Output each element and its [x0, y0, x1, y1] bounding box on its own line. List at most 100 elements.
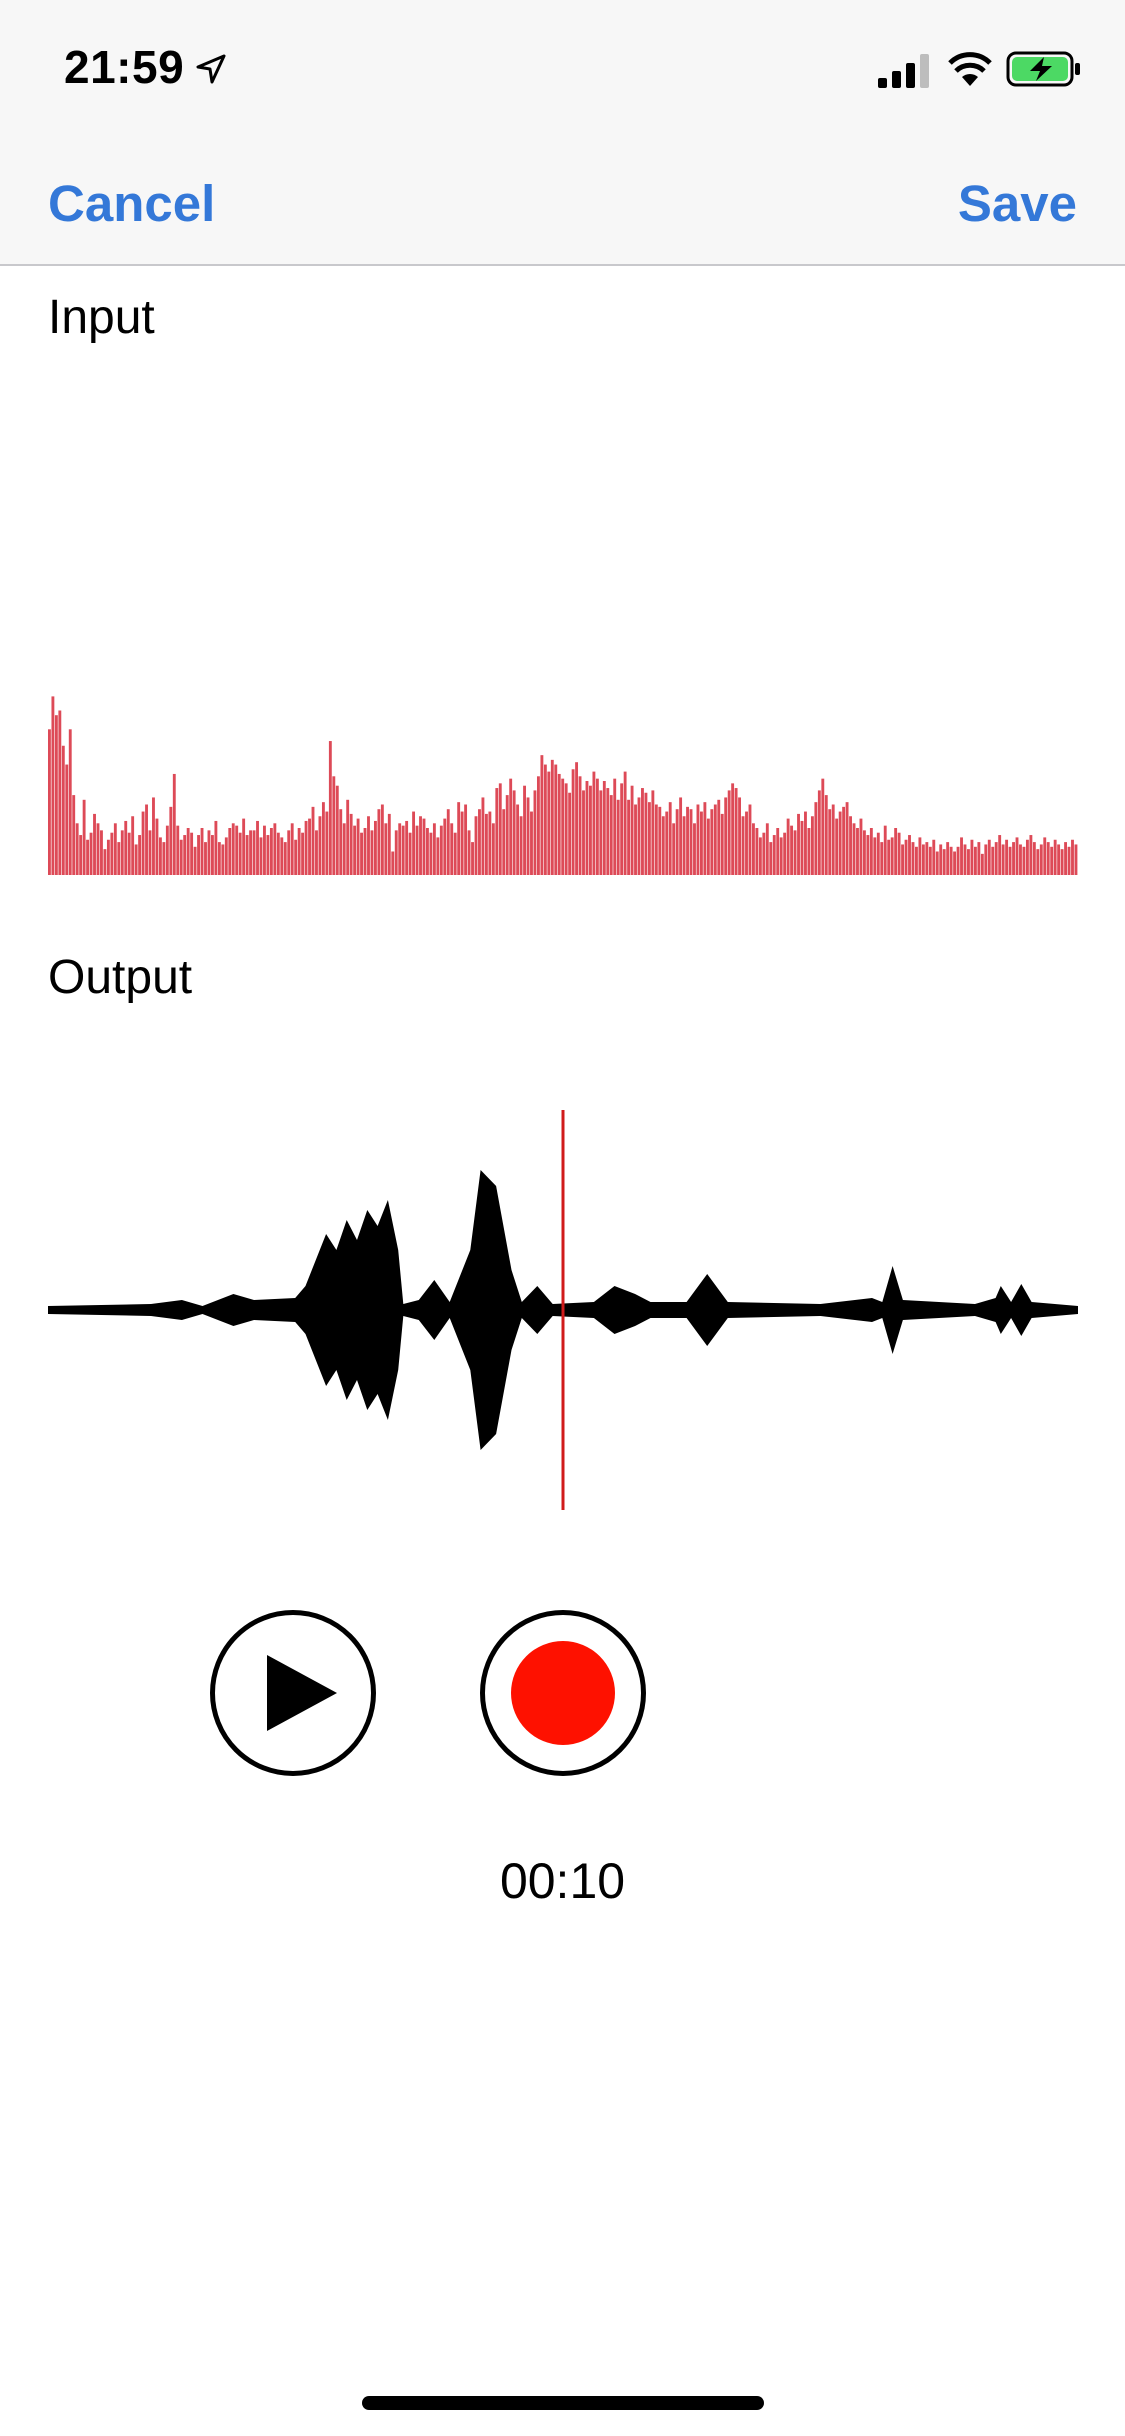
input-level-bar: [377, 809, 381, 875]
input-level-bar: [935, 851, 939, 875]
input-level-bar: [1019, 844, 1022, 875]
input-level-bar: [443, 818, 447, 875]
input-level-bar: [543, 764, 547, 875]
input-level-bar: [856, 828, 859, 875]
input-level-bar: [249, 830, 253, 875]
input-level-bar: [61, 745, 65, 875]
input-level-bar: [131, 816, 135, 875]
input-level-bar: [582, 790, 585, 875]
input-level-bar: [256, 820, 259, 875]
input-level-bar: [703, 802, 707, 875]
input-level-bar: [197, 835, 200, 875]
input-level-bar: [120, 830, 124, 875]
input-level-bar: [928, 846, 932, 875]
input-level-bar: [224, 837, 228, 875]
input-level-bar: [158, 837, 162, 875]
output-section-title: Output: [48, 951, 193, 1004]
input-level-bar: [589, 785, 592, 875]
save-button[interactable]: Save: [958, 174, 1077, 233]
input-level-bar: [1057, 844, 1061, 875]
input-level-bar: [193, 846, 197, 875]
play-button[interactable]: [210, 1610, 376, 1776]
input-level-bar: [824, 795, 828, 875]
input-level-bar: [817, 790, 821, 875]
input-level-bar: [609, 795, 613, 875]
input-level-bar: [1029, 835, 1033, 875]
input-level-bar: [405, 820, 409, 875]
input-level-bar: [686, 806, 689, 875]
input-level-bar: [991, 846, 995, 875]
input-level-bar: [332, 776, 336, 875]
input-level-bar: [679, 797, 683, 875]
input-level-bar: [214, 820, 218, 875]
cancel-button[interactable]: Cancel: [48, 174, 215, 233]
input-level-bar: [752, 823, 755, 875]
input-level-bar: [367, 816, 370, 875]
record-button[interactable]: [480, 1610, 646, 1776]
input-level-bar: [530, 811, 533, 875]
input-level-bar: [391, 851, 395, 875]
input-level-bar: [637, 797, 641, 875]
input-level-bar: [967, 849, 970, 875]
input-level-bar: [79, 835, 83, 875]
input-level-bar: [339, 809, 343, 875]
input-level-bar: [228, 828, 232, 875]
input-level-bar: [124, 820, 128, 875]
input-level-bar: [162, 842, 166, 875]
input-level-bar: [915, 846, 918, 875]
input-level-bar: [155, 818, 159, 875]
input-level-bar: [457, 802, 461, 875]
input-level-bar: [571, 769, 575, 875]
input-level-bar: [866, 835, 870, 875]
input-level-bar: [110, 832, 114, 875]
input-level-bar: [727, 790, 731, 875]
input-level-bar: [554, 764, 558, 875]
location-arrow-icon: [196, 54, 226, 84]
input-level-bar: [713, 804, 717, 875]
input-level-bar: [561, 778, 565, 875]
input-level-bar: [908, 835, 911, 875]
input-level-bar: [217, 842, 221, 875]
output-waveform[interactable]: [48, 1110, 1078, 1510]
input-level-bar: [876, 832, 880, 875]
input-level-bar: [356, 818, 360, 875]
input-level-bar: [734, 788, 738, 875]
input-level-bar: [880, 842, 884, 875]
input-level-bar: [568, 792, 572, 875]
input-level-bar: [328, 741, 332, 875]
input-level-bar: [266, 835, 270, 875]
input-level-bar: [738, 797, 741, 875]
input-level-bar: [1022, 846, 1026, 875]
input-level-bar: [51, 696, 55, 875]
input-level-bar: [498, 783, 502, 875]
input-level-bar: [1036, 849, 1040, 875]
input-level-bar: [370, 830, 374, 875]
input-level-bar: [460, 811, 464, 875]
input-level-bar: [450, 823, 454, 875]
input-level-bar: [342, 823, 346, 875]
input-level-bar: [547, 771, 551, 875]
input-level-bar: [984, 844, 988, 875]
input-level-bar: [287, 830, 291, 875]
wifi-icon: [948, 52, 992, 86]
input-level-bar: [422, 818, 426, 875]
input-level-bar: [1050, 846, 1054, 875]
input-level-bar: [401, 825, 405, 875]
input-level-bar: [620, 783, 624, 875]
input-level-bar: [488, 811, 492, 875]
input-level-bar: [647, 802, 651, 875]
input-level-bar: [790, 825, 794, 875]
input-level-bar: [630, 785, 634, 875]
input-level-bar: [315, 830, 318, 875]
input-level-bar: [48, 729, 51, 875]
input-level-bar: [263, 825, 266, 875]
input-level-bar: [641, 788, 644, 875]
input-level-bar: [890, 837, 894, 875]
input-level-bar: [65, 764, 69, 875]
input-level-bar: [318, 816, 322, 875]
input-level-bar: [987, 839, 991, 875]
input-level-bar: [349, 813, 353, 875]
input-level-bar: [231, 823, 235, 875]
input-level-bar: [179, 839, 183, 875]
input-level-bar: [436, 837, 440, 875]
